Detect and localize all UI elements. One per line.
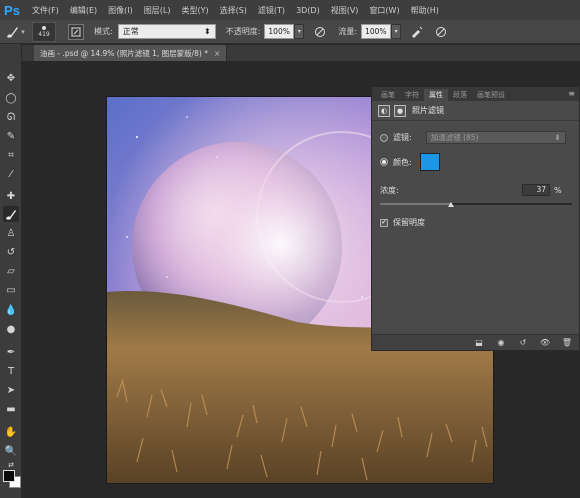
menu-edit[interactable]: 编辑(E) xyxy=(70,5,97,16)
menu-type[interactable]: 类型(Y) xyxy=(181,5,208,16)
filter-row: 滤镜: 加温滤镜 (85) ⬍ xyxy=(372,131,579,144)
density-slider-thumb[interactable] xyxy=(448,202,455,207)
opacity-dropdown-button[interactable]: ▾ xyxy=(294,24,305,39)
brush-panel-toggle[interactable] xyxy=(68,23,84,40)
brush-size-value: 419 xyxy=(38,30,50,38)
zoom-tool-icon[interactable]: 🔍 xyxy=(3,443,19,459)
elliptical-marquee-tool-icon[interactable]: ◯ xyxy=(3,90,19,106)
menu-window[interactable]: 窗口(W) xyxy=(369,5,399,16)
tab-brush[interactable]: 画笔 xyxy=(376,89,400,101)
panel-footer: ⬓ ◉ ↺ 👁 🗑 xyxy=(372,334,579,350)
filter-value: 加温滤镜 (85) xyxy=(430,133,479,142)
close-icon[interactable]: × xyxy=(214,49,220,58)
menu-select[interactable]: 选择(S) xyxy=(220,5,247,16)
tab-brush-presets[interactable]: 画笔预设 xyxy=(472,89,510,101)
menu-file[interactable]: 文件(F) xyxy=(32,5,59,16)
preserve-luminosity-checkbox[interactable]: ✓ xyxy=(380,218,388,227)
flow-input[interactable]: 100% xyxy=(361,24,392,39)
density-slider[interactable] xyxy=(380,202,572,207)
eraser-tool-icon[interactable]: ▱ xyxy=(3,263,19,279)
brush-tool-preset-icon[interactable]: ▾ xyxy=(4,22,26,42)
mode-label: 模式: xyxy=(94,27,113,36)
tab-paragraph[interactable]: 段落 xyxy=(448,89,472,101)
document-tab[interactable]: 油画 - .psd @ 14.9% (照片滤镜 1, 图层蒙版/8) * × xyxy=(34,45,228,61)
blur-tool-icon[interactable]: 💧 xyxy=(3,302,19,318)
density-slider-fill xyxy=(380,203,452,205)
brush-tool-icon[interactable] xyxy=(3,206,19,222)
density-row: 浓度: 37 % xyxy=(372,183,579,197)
density-input[interactable]: 37 xyxy=(522,184,550,196)
lasso-tool-icon[interactable]: ᘏ xyxy=(3,109,19,125)
view-previous-state-icon[interactable]: ◉ xyxy=(493,336,509,350)
foreground-color-swatch[interactable] xyxy=(3,470,15,482)
mode-value: 正常 xyxy=(122,27,139,36)
brush-size-picker[interactable]: 419 xyxy=(32,21,56,42)
type-tool-icon[interactable]: T xyxy=(3,363,19,379)
clone-stamp-tool-icon[interactable]: ♙ xyxy=(3,225,19,241)
hand-tool-icon[interactable]: ✋ xyxy=(3,424,19,440)
pen-tool-icon[interactable]: ✒ xyxy=(3,344,19,360)
filter-select[interactable]: 加温滤镜 (85) ⬍ xyxy=(425,131,566,144)
gradient-tool-icon[interactable]: ▭ xyxy=(3,282,19,298)
move-tool-icon[interactable]: ✥ xyxy=(3,70,19,86)
menu-view[interactable]: 视图(V) xyxy=(331,5,359,16)
brush-dot-icon xyxy=(42,25,46,30)
flow-label: 流量: xyxy=(338,27,358,36)
panel-tabs: 画笔 字符 属性 段落 画笔预设 xyxy=(372,87,579,101)
pressure-size-icon[interactable] xyxy=(433,24,449,40)
menu-bar: Ps 文件(F) 编辑(E) 图像(I) 图层(L) 类型(Y) 选择(S) 滤… xyxy=(0,0,580,20)
clip-to-layer-icon[interactable]: ⬓ xyxy=(471,336,487,350)
document-tab-bar: 油画 - .psd @ 14.9% (照片滤镜 1, 图层蒙版/8) * × xyxy=(22,45,580,61)
document-tab-title: 油画 - .psd @ 14.9% (照片滤镜 1, 图层蒙版/8) * xyxy=(40,48,208,58)
tools-panel: ✥ ◯ ᘏ ✎ ⌗ ⁄ ✚ ♙ ↺ ▱ ▭ 💧 ● ✒ T ➤ ▬ ✋ 🔍 ⇄ xyxy=(0,44,22,498)
opacity-label: 不透明度: xyxy=(225,27,261,36)
menu-3d[interactable]: 3D(D) xyxy=(296,6,320,15)
filter-radio[interactable] xyxy=(380,133,388,142)
density-label: 浓度: xyxy=(380,185,399,195)
healing-brush-tool-icon[interactable]: ✚ xyxy=(3,188,19,204)
visibility-eye-icon[interactable]: 👁 xyxy=(537,336,553,350)
rectangle-tool-icon[interactable]: ▬ xyxy=(3,401,19,417)
tab-character[interactable]: 字符 xyxy=(400,89,424,101)
density-unit: % xyxy=(554,185,562,195)
opacity-input[interactable]: 100% xyxy=(264,24,295,39)
dodge-tool-icon[interactable]: ● xyxy=(3,321,19,337)
preserve-row: ✓ 保留明度 xyxy=(372,217,579,228)
menu-filter[interactable]: 滤镜(T) xyxy=(258,5,285,16)
reset-icon[interactable]: ↺ xyxy=(515,336,531,350)
color-label: 颜色: xyxy=(393,157,412,167)
delete-icon[interactable]: 🗑 xyxy=(559,336,575,350)
options-bar: ▾ 419 模式: 正常 ⬍ 不透明度: 100% ▾ 流量: 100% ▾ xyxy=(0,20,580,44)
eyedropper-tool-icon[interactable]: ⁄ xyxy=(3,166,19,182)
photo-filter-adjustment-icon: ◐ xyxy=(378,104,390,117)
photoshop-logo: Ps xyxy=(4,2,20,18)
chevron-down-icon: ⬍ xyxy=(554,133,561,142)
path-selection-tool-icon[interactable]: ➤ xyxy=(3,382,19,398)
chevron-down-icon: ⬍ xyxy=(204,27,211,36)
tab-properties[interactable]: 属性 xyxy=(424,89,448,101)
layer-mask-icon[interactable]: ● xyxy=(394,104,406,117)
history-brush-tool-icon[interactable]: ↺ xyxy=(3,244,19,260)
panel-title: 照片滤镜 xyxy=(412,106,444,115)
color-radio[interactable] xyxy=(380,158,388,166)
menu-image[interactable]: 图像(I) xyxy=(108,5,133,16)
preserve-luminosity-label: 保留明度 xyxy=(393,218,425,227)
filter-color-swatch[interactable] xyxy=(419,153,440,171)
airbrush-icon[interactable] xyxy=(409,24,425,40)
menu-layer[interactable]: 图层(L) xyxy=(144,5,171,16)
color-row: 颜色: xyxy=(372,153,579,171)
crop-tool-icon[interactable]: ⌗ xyxy=(3,147,19,163)
menu-help[interactable]: 帮助(H) xyxy=(411,5,439,16)
quick-selection-tool-icon[interactable]: ✎ xyxy=(3,128,19,144)
mode-select[interactable]: 正常 ⬍ xyxy=(117,24,216,39)
properties-panel: 画笔 字符 属性 段落 画笔预设 ≡ ◐ ● 照片滤镜 滤镜: 加温滤镜 (85… xyxy=(371,86,580,351)
panel-header: ◐ ● 照片滤镜 xyxy=(372,101,579,121)
panel-menu-icon[interactable]: ≡ xyxy=(568,89,575,98)
swap-colors-icon[interactable]: ⇄ xyxy=(3,460,19,470)
flow-dropdown-button[interactable]: ▾ xyxy=(391,24,402,39)
filter-label: 滤镜: xyxy=(393,133,412,142)
pressure-opacity-icon[interactable] xyxy=(312,24,328,40)
